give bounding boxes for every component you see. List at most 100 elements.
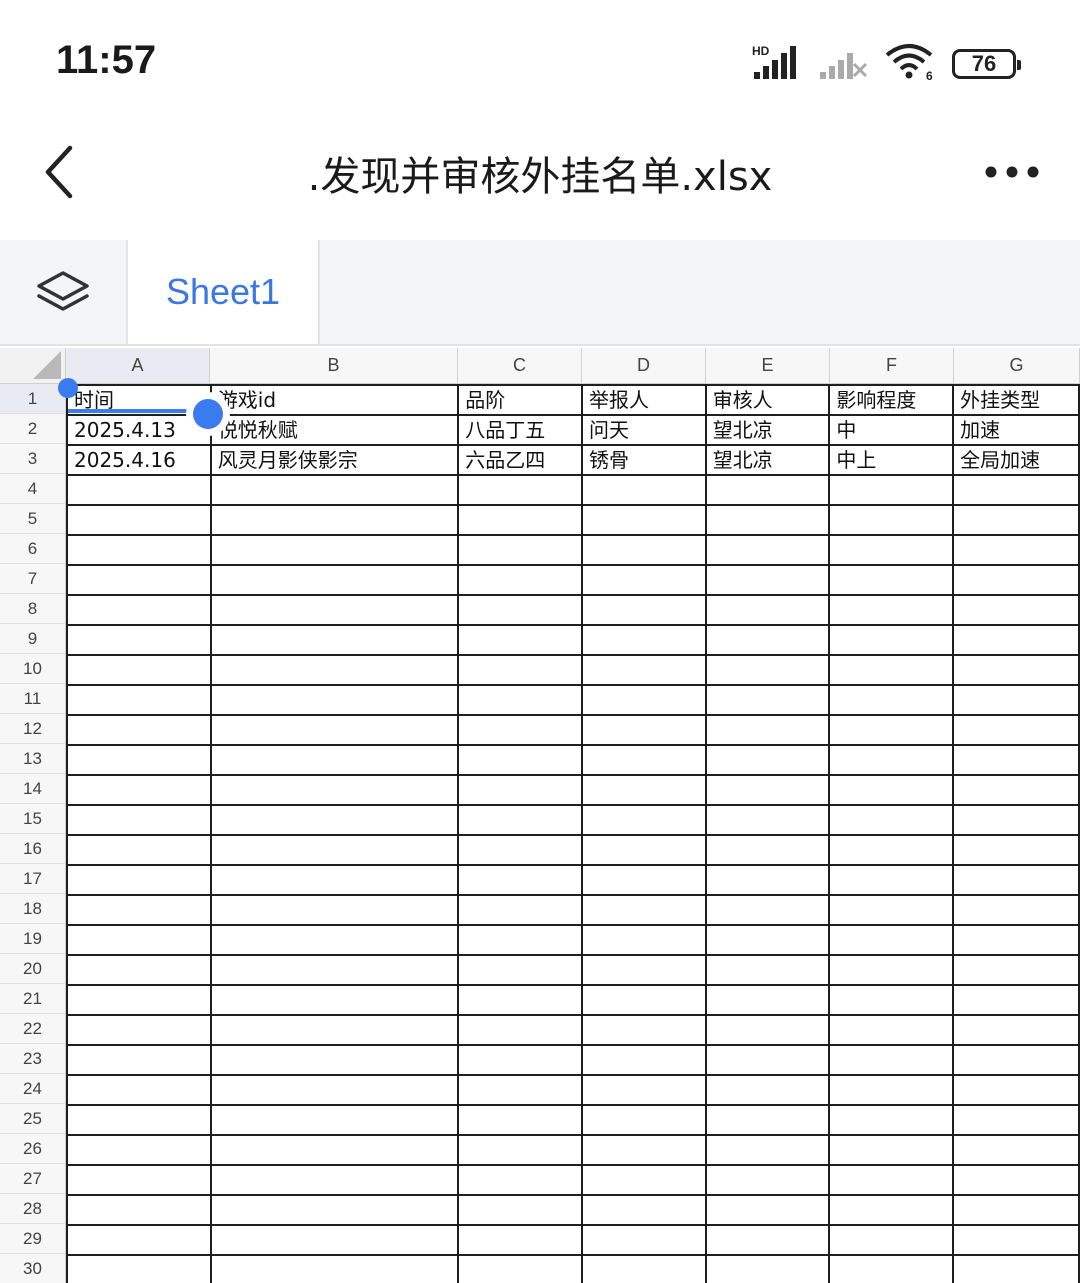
cell[interactable] <box>704 954 831 986</box>
cell[interactable] <box>209 1224 460 1256</box>
cell[interactable] <box>209 774 460 806</box>
cell[interactable] <box>66 504 212 536</box>
row-header[interactable]: 26 <box>0 1134 66 1164</box>
cell[interactable] <box>704 744 831 776</box>
cell[interactable] <box>581 504 707 536</box>
cell[interactable] <box>704 804 831 836</box>
more-options-button[interactable] <box>972 140 1052 204</box>
cell-f1[interactable]: 影响程度 <box>828 384 955 416</box>
row-header[interactable]: 14 <box>0 774 66 804</box>
row-header[interactable]: 24 <box>0 1074 66 1104</box>
cell[interactable] <box>828 1044 955 1076</box>
cell[interactable] <box>952 1224 1080 1256</box>
column-header-b[interactable]: B <box>210 348 458 384</box>
cell-b3[interactable]: 风灵月影侠影宗 <box>209 444 460 476</box>
cell[interactable] <box>828 504 955 536</box>
cell[interactable] <box>66 684 212 716</box>
cell[interactable] <box>704 894 831 926</box>
back-button[interactable] <box>28 140 92 204</box>
cell[interactable] <box>66 924 212 956</box>
cell[interactable] <box>952 594 1080 626</box>
row-header[interactable]: 20 <box>0 954 66 984</box>
cell[interactable] <box>952 834 1080 866</box>
cell[interactable] <box>952 864 1080 896</box>
cell-g3[interactable]: 全局加速 <box>952 444 1080 476</box>
cell[interactable] <box>457 1134 584 1166</box>
cell[interactable] <box>457 504 584 536</box>
cell[interactable] <box>457 1164 584 1196</box>
row-header[interactable]: 11 <box>0 684 66 714</box>
cell[interactable] <box>66 804 212 836</box>
column-header-a[interactable]: A <box>66 348 210 384</box>
selection-handle-end[interactable] <box>186 392 230 436</box>
cell[interactable] <box>209 594 460 626</box>
cell[interactable] <box>704 1014 831 1046</box>
cell-c2[interactable]: 八品丁五 <box>457 414 584 446</box>
cell[interactable] <box>828 1164 955 1196</box>
cell[interactable] <box>66 624 212 656</box>
column-header-e[interactable]: E <box>706 348 830 384</box>
cell[interactable] <box>952 984 1080 1016</box>
cell[interactable] <box>828 924 955 956</box>
cell[interactable] <box>581 834 707 866</box>
cell[interactable] <box>952 744 1080 776</box>
cell[interactable] <box>457 1044 584 1076</box>
cell[interactable] <box>952 1044 1080 1076</box>
cell[interactable] <box>66 1224 212 1256</box>
cell[interactable] <box>209 474 460 506</box>
cell[interactable] <box>457 1194 584 1226</box>
cell[interactable] <box>952 774 1080 806</box>
cell[interactable] <box>457 654 584 686</box>
cell[interactable] <box>581 1044 707 1076</box>
cell[interactable] <box>209 1164 460 1196</box>
cell[interactable] <box>66 654 212 686</box>
cell-e3[interactable]: 望北凉 <box>704 444 831 476</box>
cell[interactable] <box>952 954 1080 986</box>
cell-c1[interactable]: 品阶 <box>457 384 584 416</box>
cell[interactable] <box>952 1074 1080 1106</box>
row-header[interactable]: 15 <box>0 804 66 834</box>
select-all-corner[interactable] <box>0 348 66 384</box>
cell[interactable] <box>581 864 707 896</box>
cell[interactable] <box>952 924 1080 956</box>
cell[interactable] <box>704 1044 831 1076</box>
cell[interactable] <box>209 834 460 866</box>
cell[interactable] <box>952 534 1080 566</box>
cell[interactable] <box>704 834 831 866</box>
cell[interactable] <box>209 864 460 896</box>
cell[interactable] <box>952 684 1080 716</box>
cell[interactable] <box>581 894 707 926</box>
cell[interactable] <box>704 714 831 746</box>
row-header[interactable]: 25 <box>0 1104 66 1134</box>
cell[interactable] <box>581 1014 707 1046</box>
cell[interactable] <box>66 1134 212 1166</box>
row-header[interactable]: 3 <box>0 444 66 474</box>
cell[interactable] <box>457 1074 584 1106</box>
cell[interactable] <box>828 1254 955 1283</box>
cell[interactable] <box>581 654 707 686</box>
cell[interactable] <box>828 594 955 626</box>
cell[interactable] <box>704 504 831 536</box>
cell[interactable] <box>209 1194 460 1226</box>
cell[interactable] <box>457 804 584 836</box>
cell[interactable] <box>704 564 831 596</box>
cell[interactable] <box>952 624 1080 656</box>
cell[interactable] <box>704 1164 831 1196</box>
cell[interactable] <box>457 744 584 776</box>
cell-g1[interactable]: 外挂类型 <box>952 384 1080 416</box>
cell[interactable] <box>66 1194 212 1226</box>
cell[interactable] <box>952 714 1080 746</box>
cell[interactable] <box>952 504 1080 536</box>
cell[interactable] <box>66 1044 212 1076</box>
cell[interactable] <box>704 984 831 1016</box>
cell-e1[interactable]: 审核人 <box>704 384 831 416</box>
cell[interactable] <box>66 894 212 926</box>
cell[interactable] <box>581 594 707 626</box>
cell[interactable] <box>704 594 831 626</box>
cell-e2[interactable]: 望北凉 <box>704 414 831 446</box>
row-header[interactable]: 8 <box>0 594 66 624</box>
cell[interactable] <box>209 534 460 566</box>
row-header[interactable]: 5 <box>0 504 66 534</box>
cell[interactable] <box>952 1134 1080 1166</box>
cell-f2[interactable]: 中 <box>828 414 955 446</box>
